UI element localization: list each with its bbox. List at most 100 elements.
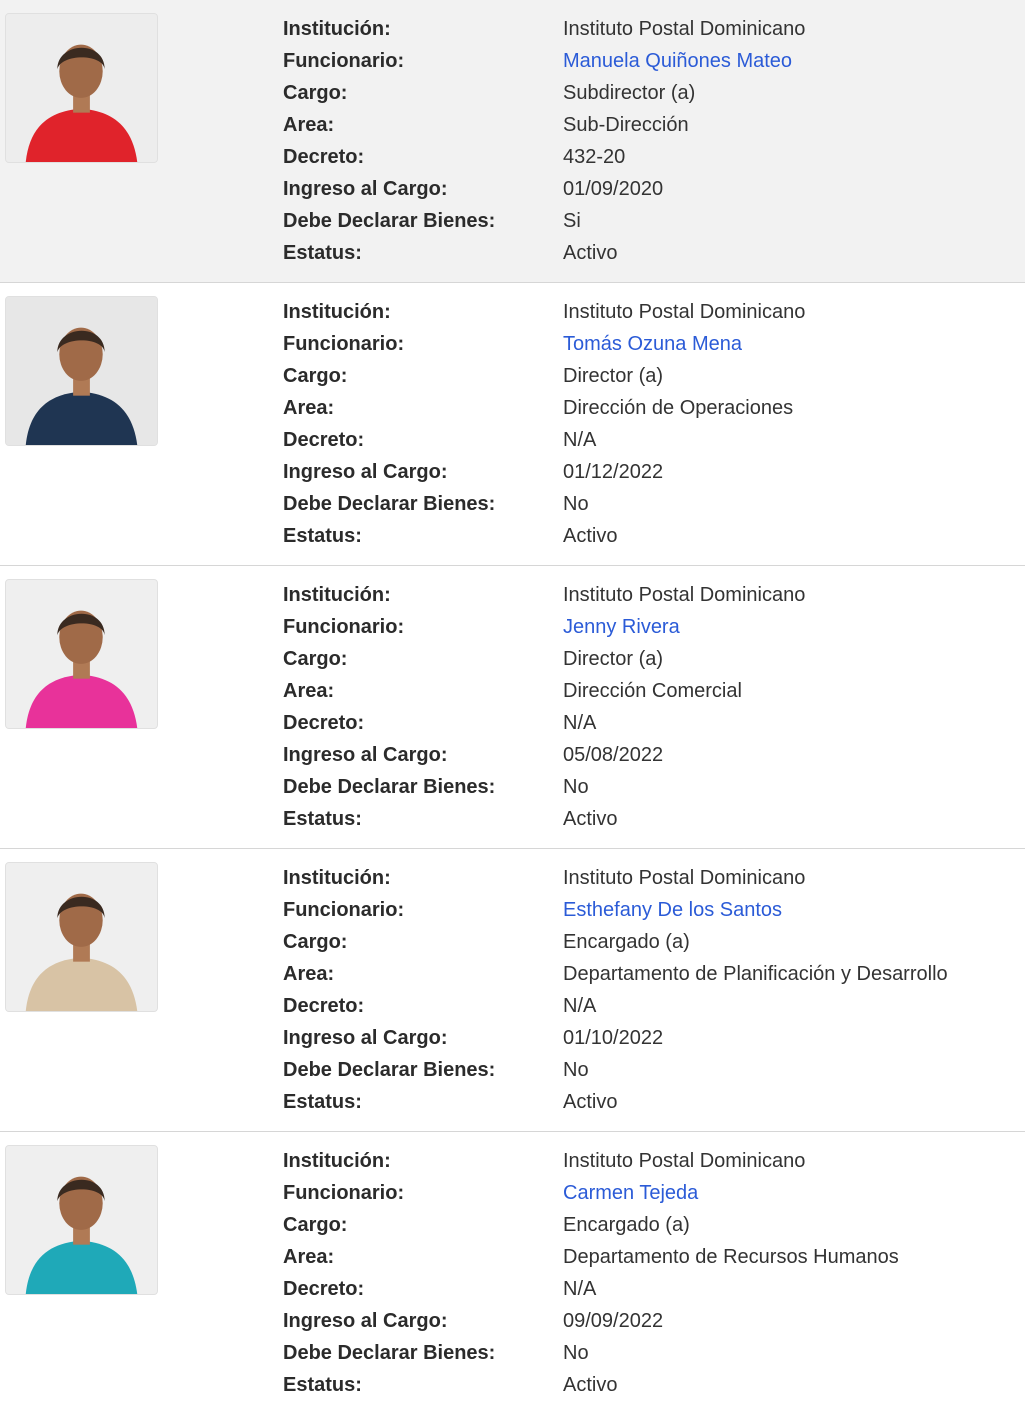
value-ingreso: 01/10/2022 [563,1027,664,1049]
label-institucion: Institución: [283,584,391,606]
official-record: Institución: Instituto Postal Dominicano … [0,283,1025,566]
field-decreto: Decreto: 432-20 [283,141,1013,173]
label-institucion: Institución: [283,867,391,889]
value-institucion: Instituto Postal Dominicano [563,18,806,40]
value-estatus: Activo [563,1091,618,1113]
label-funcionario: Funcionario: [283,50,405,72]
label-declarar: Debe Declarar Bienes: [283,1059,496,1081]
label-declarar: Debe Declarar Bienes: [283,210,496,232]
value-declarar: No [563,493,589,515]
label-decreto: Decreto: [283,146,365,168]
field-declarar: Debe Declarar Bienes: No [283,1054,1013,1086]
value-estatus: Activo [563,1374,618,1396]
value-declarar: No [563,1059,589,1081]
field-funcionario: Funcionario: Manuela Quiñones Mateo [283,45,1013,77]
field-ingreso: Ingreso al Cargo: 09/09/2022 [283,1305,1013,1337]
value-area: Sub-Dirección [563,114,689,136]
field-declarar: Debe Declarar Bienes: No [283,771,1013,803]
value-estatus: Activo [563,808,618,830]
value-decreto: 432-20 [563,146,626,168]
value-cargo: Encargado (a) [563,1214,690,1236]
portrait-image [6,863,157,1011]
label-institucion: Institución: [283,18,391,40]
official-name-link[interactable]: Jenny Rivera [563,611,680,643]
field-funcionario: Funcionario: Jenny Rivera [283,611,1013,643]
label-cargo: Cargo: [283,365,348,387]
field-funcionario: Funcionario: Carmen Tejeda [283,1177,1013,1209]
field-declarar: Debe Declarar Bienes: No [283,1337,1013,1369]
label-declarar: Debe Declarar Bienes: [283,493,496,515]
official-record: Institución: Instituto Postal Dominicano … [0,849,1025,1132]
field-decreto: Decreto: N/A [283,990,1013,1022]
official-record: Institución: Instituto Postal Dominicano … [0,566,1025,849]
field-declarar: Debe Declarar Bienes: Si [283,205,1013,237]
official-name-link[interactable]: Tomás Ozuna Mena [563,328,742,360]
label-estatus: Estatus: [283,242,362,264]
label-institucion: Institución: [283,301,391,323]
portrait-image [6,297,157,445]
label-decreto: Decreto: [283,429,365,451]
label-ingreso: Ingreso al Cargo: [283,461,448,483]
value-declarar: Si [563,210,581,232]
field-funcionario: Funcionario: Esthefany De los Santos [283,894,1013,926]
label-ingreso: Ingreso al Cargo: [283,1310,448,1332]
label-area: Area: [283,680,335,702]
field-cargo: Cargo: Subdirector (a) [283,77,1013,109]
label-decreto: Decreto: [283,995,365,1017]
field-ingreso: Ingreso al Cargo: 01/10/2022 [283,1022,1013,1054]
field-area: Area: Dirección Comercial [283,675,1013,707]
label-cargo: Cargo: [283,1214,348,1236]
official-photo [5,862,158,1012]
field-estatus: Estatus: Activo [283,237,1013,269]
label-estatus: Estatus: [283,1374,362,1396]
portrait-image [6,14,157,162]
field-institucion: Institución: Instituto Postal Dominicano [283,296,1013,328]
label-area: Area: [283,114,335,136]
official-photo [5,579,158,729]
field-area: Area: Departamento de Recursos Humanos [283,1241,1013,1273]
label-funcionario: Funcionario: [283,899,405,921]
field-declarar: Debe Declarar Bienes: No [283,488,1013,520]
field-estatus: Estatus: Activo [283,1086,1013,1118]
field-institucion: Institución: Instituto Postal Dominicano [283,13,1013,45]
value-area: Dirección Comercial [563,680,742,702]
field-area: Area: Dirección de Operaciones [283,392,1013,424]
value-institucion: Instituto Postal Dominicano [563,1150,806,1172]
field-cargo: Cargo: Encargado (a) [283,926,1013,958]
label-cargo: Cargo: [283,82,348,104]
official-details: Institución: Instituto Postal Dominicano … [283,862,1013,1118]
label-area: Area: [283,397,335,419]
value-decreto: N/A [563,995,597,1017]
label-declarar: Debe Declarar Bienes: [283,1342,496,1364]
official-details: Institución: Instituto Postal Dominicano … [283,296,1013,552]
value-decreto: N/A [563,1278,597,1300]
field-estatus: Estatus: Activo [283,803,1013,835]
label-area: Area: [283,963,335,985]
field-area: Area: Departamento de Planificación y Des… [283,958,1013,990]
official-details: Institución: Instituto Postal Dominicano … [283,13,1013,269]
official-record: Institución: Instituto Postal Dominicano … [0,0,1025,283]
value-institucion: Instituto Postal Dominicano [563,301,806,323]
label-declarar: Debe Declarar Bienes: [283,776,496,798]
value-area: Dirección de Operaciones [563,397,794,419]
field-estatus: Estatus: Activo [283,1369,1013,1401]
official-name-link[interactable]: Esthefany De los Santos [563,894,782,926]
value-decreto: N/A [563,712,597,734]
value-estatus: Activo [563,525,618,547]
label-decreto: Decreto: [283,712,365,734]
value-estatus: Activo [563,242,618,264]
value-area: Departamento de Recursos Humanos [563,1246,899,1268]
field-decreto: Decreto: N/A [283,1273,1013,1305]
field-ingreso: Ingreso al Cargo: 01/09/2020 [283,173,1013,205]
field-decreto: Decreto: N/A [283,707,1013,739]
official-name-link[interactable]: Carmen Tejeda [563,1177,698,1209]
official-photo [5,13,158,163]
label-funcionario: Funcionario: [283,1182,405,1204]
official-name-link[interactable]: Manuela Quiñones Mateo [563,45,792,77]
value-declarar: No [563,1342,589,1364]
label-ingreso: Ingreso al Cargo: [283,744,448,766]
label-estatus: Estatus: [283,808,362,830]
field-decreto: Decreto: N/A [283,424,1013,456]
label-estatus: Estatus: [283,525,362,547]
field-institucion: Institución: Instituto Postal Dominicano [283,579,1013,611]
